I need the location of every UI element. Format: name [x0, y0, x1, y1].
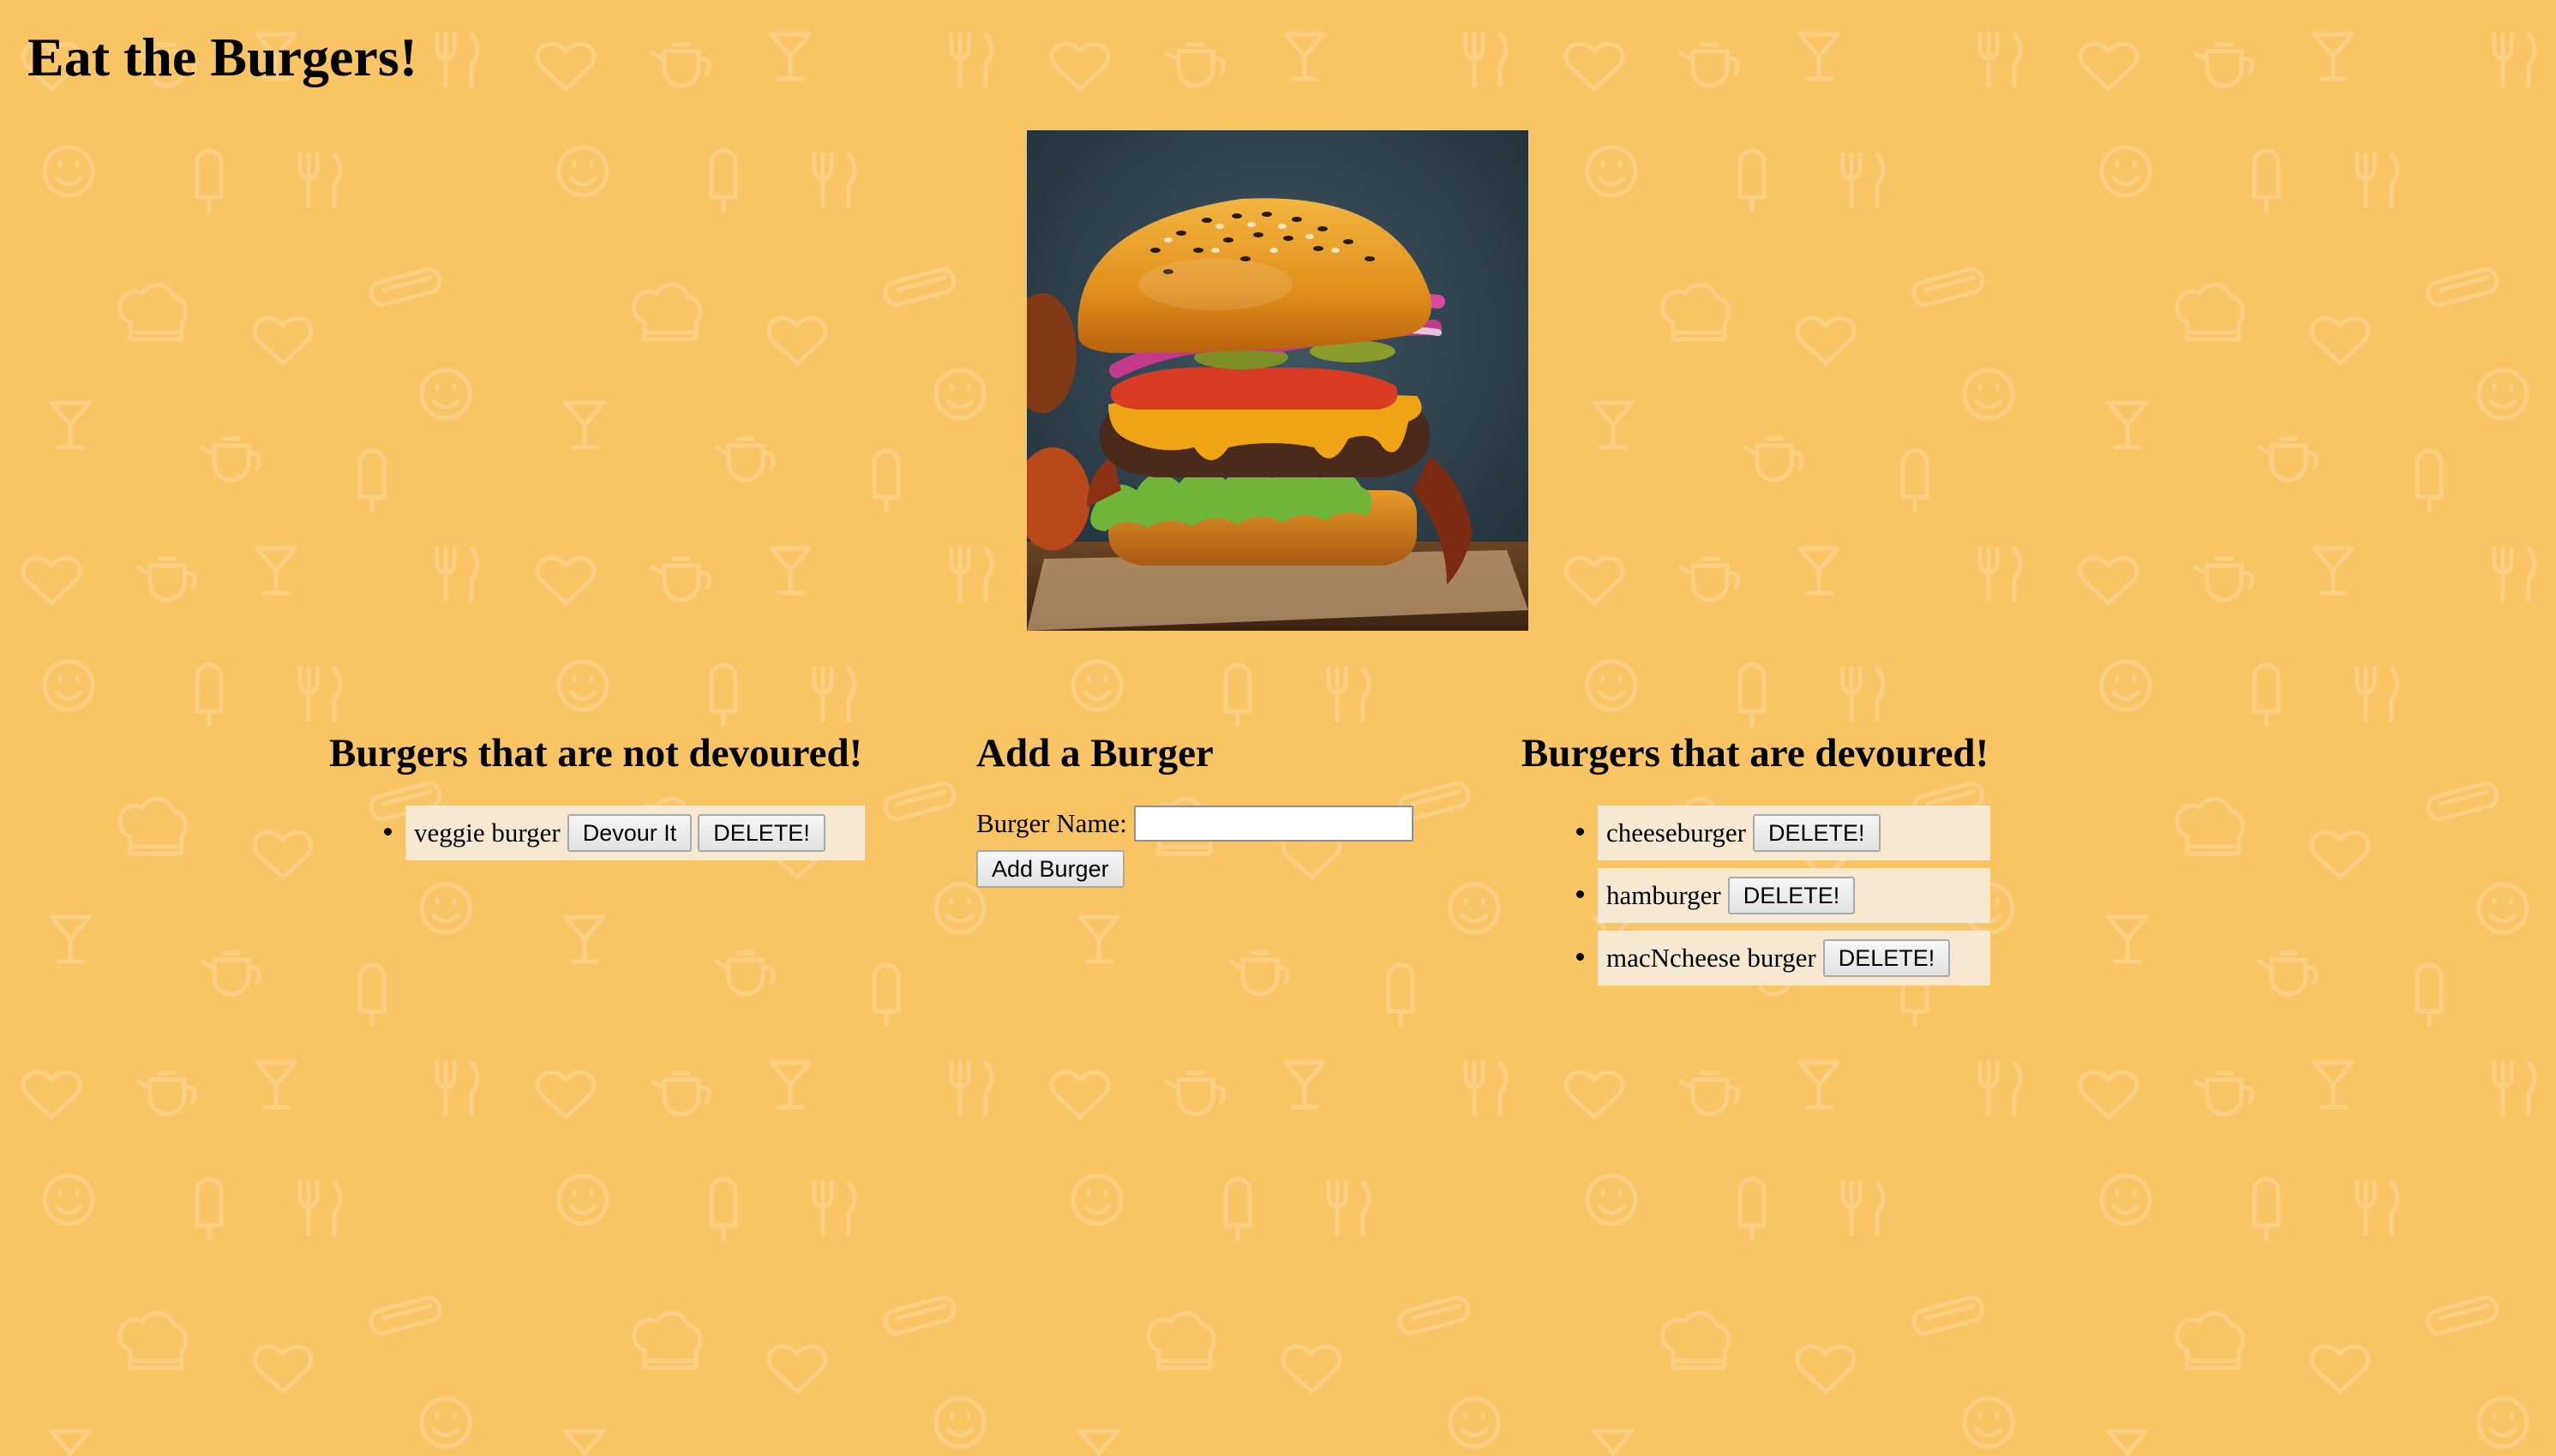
- page: Eat the Burgers! Burgers that are not de…: [0, 0, 2556, 1456]
- devoured-list: cheeseburger DELETE! hamburger DELETE! m…: [1521, 806, 2087, 986]
- list-item: hamburger DELETE!: [1598, 868, 2087, 923]
- delete-button[interactable]: DELETE!: [1752, 813, 1881, 853]
- burger-photo: [1027, 130, 1528, 631]
- burger-item: hamburger DELETE!: [1598, 868, 1990, 923]
- delete-button[interactable]: DELETE!: [698, 813, 825, 853]
- burger-item: macNcheese burger DELETE!: [1598, 931, 1990, 986]
- delete-button[interactable]: DELETE!: [1727, 876, 1856, 915]
- list-item: macNcheese burger DELETE!: [1598, 931, 2087, 986]
- not-devoured-list: veggie burger Devour It DELETE!: [329, 806, 895, 860]
- burger-name-input[interactable]: [1133, 806, 1413, 842]
- devour-button[interactable]: Devour It: [567, 813, 693, 853]
- not-devoured-section: Burgers that are not devoured! veggie bu…: [329, 730, 895, 868]
- burger-name: veggie burger: [414, 818, 561, 848]
- delete-button[interactable]: DELETE!: [1822, 938, 1951, 978]
- burger-name: hamburger: [1606, 880, 1721, 910]
- burger-item: veggie burger Devour It DELETE!: [405, 806, 865, 860]
- burger-name-label: Burger Name:: [976, 808, 1127, 838]
- devoured-heading: Burgers that are devoured!: [1521, 731, 1989, 776]
- burger-name-row: Burger Name:: [976, 806, 1456, 842]
- add-burger-button[interactable]: Add Burger: [976, 850, 1125, 889]
- devoured-section: Burgers that are devoured! cheeseburger …: [1521, 730, 2087, 993]
- page-title: Eat the Burgers!: [27, 27, 418, 87]
- not-devoured-heading: Burgers that are not devoured!: [329, 731, 863, 776]
- burger-item: cheeseburger DELETE!: [1598, 806, 1990, 860]
- burger-name: cheeseburger: [1606, 818, 1746, 848]
- list-item: cheeseburger DELETE!: [1598, 806, 2087, 860]
- burger-image-icon: [1027, 130, 1528, 631]
- add-burger-form: Burger Name: Add Burger: [976, 806, 1456, 889]
- add-burger-section: Add a Burger Burger Name: Add Burger: [976, 730, 1456, 889]
- add-burger-heading: Add a Burger: [976, 731, 1214, 776]
- burger-name: macNcheese burger: [1606, 943, 1816, 973]
- list-item: veggie burger Devour It DELETE!: [405, 806, 895, 860]
